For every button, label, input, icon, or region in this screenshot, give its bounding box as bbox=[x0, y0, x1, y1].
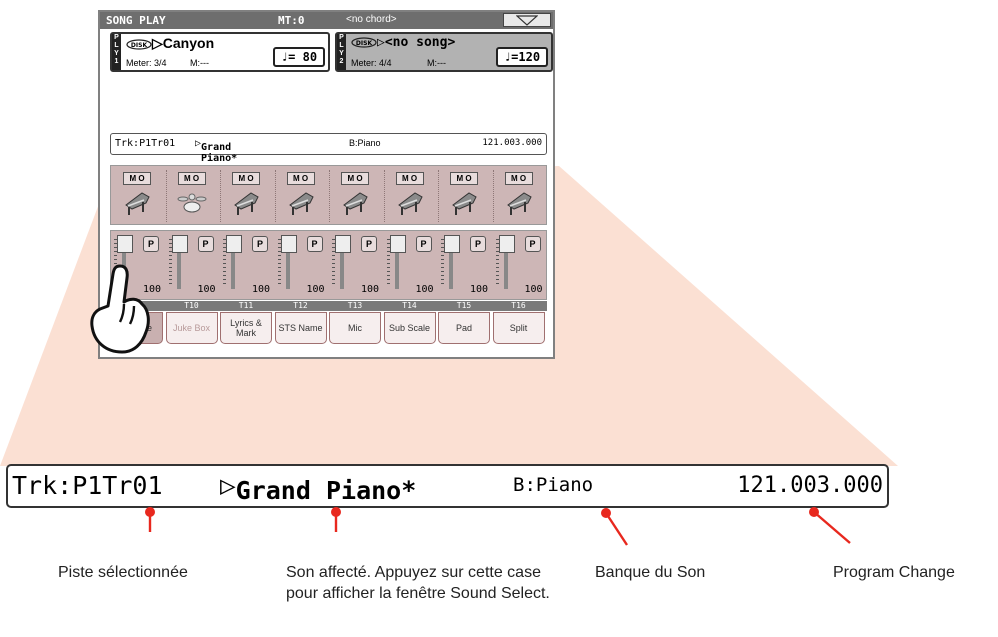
callout-markers bbox=[145, 507, 851, 546]
callout-assigned-sound: Son affecté. Appuyez sur cette case pour… bbox=[286, 564, 550, 602]
callout-sound-bank: Banque du Son bbox=[595, 564, 706, 581]
marker-sound bbox=[331, 507, 341, 532]
callout-selected-track: Piste sélectionnée bbox=[58, 564, 188, 581]
callout-program-change: Program Change bbox=[833, 564, 955, 581]
marker-bank bbox=[601, 508, 629, 546]
marker-track bbox=[145, 507, 155, 532]
marker-program bbox=[809, 507, 851, 544]
